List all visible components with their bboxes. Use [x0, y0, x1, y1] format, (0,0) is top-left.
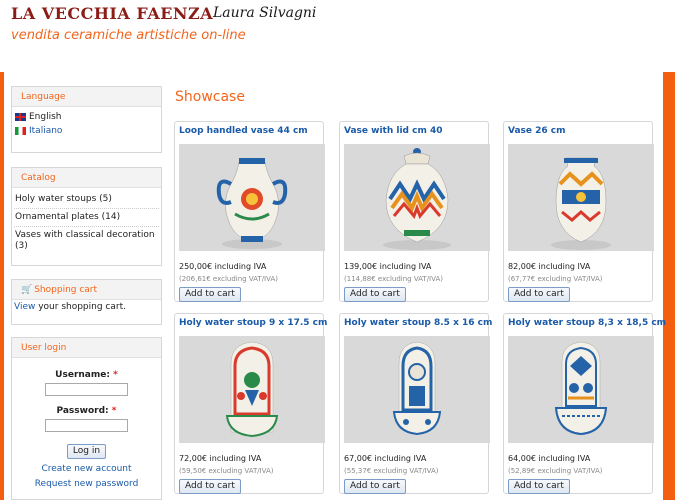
- username-required-mark: *: [113, 370, 118, 380]
- product-title-link[interactable]: Loop handled vase 44 cm: [179, 126, 308, 136]
- uk-flag-icon: [15, 113, 26, 121]
- add-to-cart-button[interactable]: Add to cart: [344, 287, 406, 302]
- catalog-item-holy-water-stoups[interactable]: Holy water stoups (5): [14, 191, 159, 209]
- request-password-link[interactable]: Request new password: [14, 479, 159, 489]
- catalog-item-ornamental-plates[interactable]: Ornamental plates (14): [14, 209, 159, 227]
- catalog-item-vases[interactable]: Vases with classical decoration (3): [14, 227, 159, 255]
- product-price: 139,00€ including IVA: [344, 262, 432, 271]
- product-price: 67,00€ including IVA: [344, 454, 427, 463]
- italy-flag-icon: [15, 127, 26, 135]
- view-cart-link[interactable]: View: [14, 302, 35, 312]
- password-label-text: Password:: [56, 406, 109, 416]
- product-title-link[interactable]: Holy water stoup 8.5 x 16 cm: [344, 318, 492, 328]
- login-button[interactable]: Log in: [66, 444, 107, 459]
- product-price-note: (67,77€ excluding VAT/IVA): [508, 275, 603, 283]
- language-block: Language English Italiano: [11, 86, 162, 153]
- username-input[interactable]: [45, 383, 128, 396]
- product-price-note: (52,89€ excluding VAT/IVA): [508, 467, 603, 475]
- product-card: Vase 26 cm 82,00€ including IVA (67,77€ …: [503, 121, 654, 302]
- view-cart-text: your shopping cart.: [35, 302, 126, 312]
- product-price-note: (206,61€ excluding VAT/IVA): [179, 275, 278, 283]
- user-login-block: User login Username: * Password: * Log i…: [11, 337, 162, 500]
- add-to-cart-button[interactable]: Add to cart: [508, 479, 570, 494]
- product-card: Holy water stoup 9 x 17.5 cm 72,00€ incl…: [174, 313, 327, 494]
- shopping-cart-title-label: Shopping cart: [34, 285, 98, 295]
- product-title-link[interactable]: Holy water stoup 9 x 17.5 cm: [179, 318, 327, 328]
- shopping-cart-block: 🛒 Shopping cart View your shopping cart.: [11, 279, 162, 325]
- password-label: Password: *: [14, 406, 159, 416]
- signature-logo: Laura Silvagni: [213, 5, 317, 21]
- product-image[interactable]: [508, 336, 654, 443]
- site-header: LA VECCHIA FAENZA Laura Silvagni vendita…: [0, 0, 675, 70]
- product-title-link[interactable]: Vase with lid cm 40: [344, 126, 443, 136]
- product-price: 64,00€ including IVA: [508, 454, 591, 463]
- add-to-cart-button[interactable]: Add to cart: [344, 479, 406, 494]
- add-to-cart-button[interactable]: Add to cart: [179, 479, 241, 494]
- add-to-cart-button[interactable]: Add to cart: [508, 287, 570, 302]
- product-price-note: (59,50€ excluding VAT/IVA): [179, 467, 274, 475]
- product-card: Vase with lid cm 40 139,00€ including IV…: [339, 121, 490, 302]
- product-card: Holy water stoup 8,3 x 18,5 cm 64,00€ in…: [503, 313, 666, 494]
- language-italiano-label[interactable]: Italiano: [29, 126, 62, 136]
- language-italiano[interactable]: Italiano: [14, 124, 159, 138]
- product-image[interactable]: [508, 144, 654, 251]
- username-label-text: Username:: [55, 370, 110, 380]
- page-title: Showcase: [175, 89, 245, 105]
- create-account-link[interactable]: Create new account: [14, 464, 159, 474]
- product-card: Holy water stoup 8.5 x 16 cm 67,00€ incl…: [339, 313, 492, 494]
- site-tagline: vendita ceramiche artistiche on-line: [11, 28, 246, 43]
- shopping-cart-title: 🛒 Shopping cart: [12, 280, 161, 300]
- product-price: 250,00€ including IVA: [179, 262, 267, 271]
- product-title-link[interactable]: Holy water stoup 8,3 x 18,5 cm: [508, 318, 666, 328]
- username-label: Username: *: [14, 370, 159, 380]
- add-to-cart-button[interactable]: Add to cart: [179, 287, 241, 302]
- product-card: Loop handled vase 44 cm 250,00€ includin…: [174, 121, 325, 302]
- product-price: 72,00€ including IVA: [179, 454, 262, 463]
- user-login-title: User login: [12, 338, 161, 358]
- language-english[interactable]: English: [14, 110, 159, 124]
- product-price-note: (114,88€ excluding VAT/IVA): [344, 275, 443, 283]
- language-title: Language: [12, 87, 161, 107]
- password-input[interactable]: [45, 419, 128, 432]
- language-english-label: English: [29, 112, 62, 122]
- product-price: 82,00€ including IVA: [508, 262, 591, 271]
- product-price-note: (55,37€ excluding VAT/IVA): [344, 467, 439, 475]
- password-required-mark: *: [111, 406, 117, 416]
- product-title-link[interactable]: Vase 26 cm: [508, 126, 566, 136]
- product-image[interactable]: [344, 336, 490, 443]
- cart-icon: 🛒: [21, 285, 33, 295]
- right-orange-rail: [663, 72, 675, 500]
- site-logo[interactable]: LA VECCHIA FAENZA: [11, 4, 213, 23]
- product-image[interactable]: [344, 144, 490, 251]
- product-image[interactable]: [179, 144, 325, 251]
- catalog-block: Catalog Holy water stoups (5) Ornamental…: [11, 167, 162, 266]
- catalog-title: Catalog: [12, 168, 161, 188]
- product-image[interactable]: [179, 336, 325, 443]
